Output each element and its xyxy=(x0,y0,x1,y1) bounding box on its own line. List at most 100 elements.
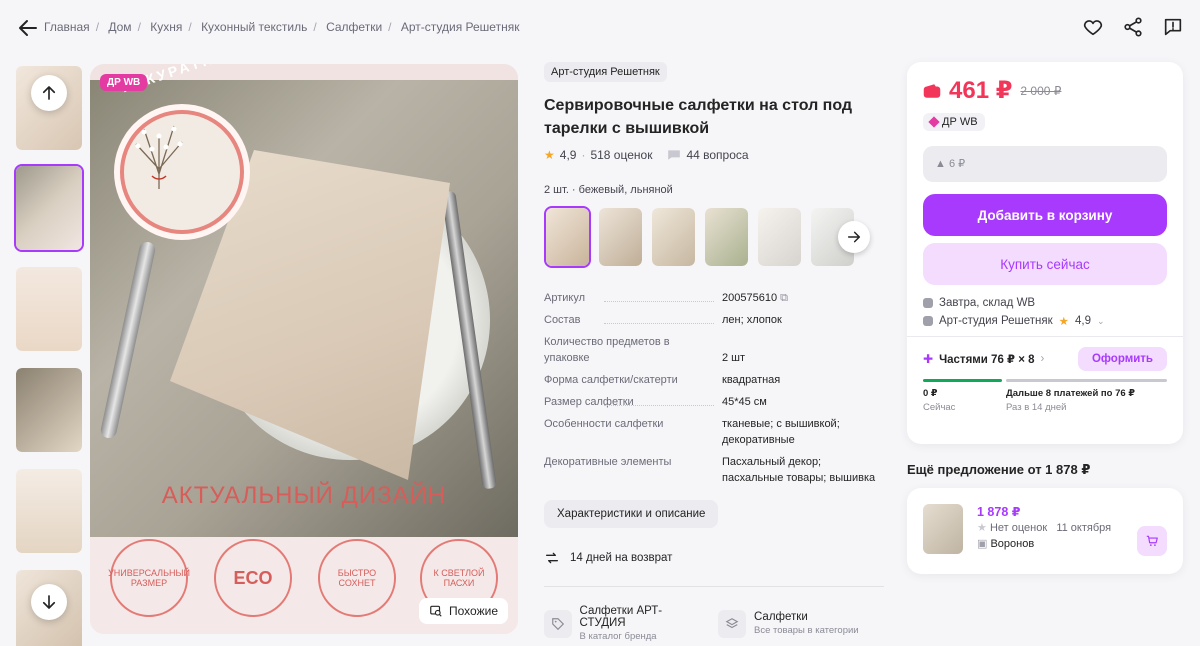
article-number: 200575610 xyxy=(722,292,778,304)
variant-2[interactable] xyxy=(597,206,644,268)
rating-row: ★ 4,9 · 518 оценок 44 вопроса xyxy=(544,148,749,162)
thumbnail-5[interactable] xyxy=(14,467,84,555)
main-product-image[interactable]: АККУРАТНАЯ ВЫШИВКА ДР WB АКТУАЛЬНЫЙ ДИЗА… xyxy=(90,64,518,634)
offer-card[interactable]: 1 878 ₽ ★ Нет оценок 11 октября ▣ Вороно… xyxy=(907,488,1183,574)
thumbnail-3[interactable] xyxy=(14,265,84,353)
warehouse-icon xyxy=(923,298,933,308)
willow-embroidery-icon xyxy=(135,125,183,189)
spec-row: Декоративные элементы Пасхальный декор; п… xyxy=(544,456,876,484)
tag-icon xyxy=(544,609,572,638)
reviews-link[interactable]: 518 оценок xyxy=(590,148,652,162)
breadcrumb-home[interactable]: Главная xyxy=(44,20,90,34)
chevron-right-icon: › xyxy=(1040,353,1045,365)
thumbnail-strip xyxy=(14,64,84,646)
thumbnail-2[interactable] xyxy=(14,164,84,252)
return-policy: 14 дней на возврат xyxy=(544,550,884,566)
installments-label[interactable]: Частями 76 ₽ × 8 xyxy=(939,352,1034,366)
dr-wb-badge: ДР WB xyxy=(100,74,148,91)
current-price: 461 ₽ xyxy=(949,77,1013,104)
spec-row: Количество предметов в упаковке 2 шт xyxy=(544,336,746,364)
offer-thumbnail xyxy=(923,504,963,554)
breadcrumb-kitchen-textile[interactable]: Кухонный текстиль xyxy=(201,20,307,34)
fork-shape xyxy=(99,240,157,440)
price-row: 461 ₽ 2 000 ₽ xyxy=(923,76,1167,105)
variant-3[interactable] xyxy=(650,206,697,268)
breadcrumb-brand[interactable]: Арт-студия Решетняк xyxy=(401,20,520,34)
price-tracker[interactable]: ▲ 6 ₽ xyxy=(923,146,1167,182)
variant-4[interactable] xyxy=(703,206,750,268)
heart-icon[interactable] xyxy=(1082,16,1104,38)
feature-quick-dry: БЫСТРО СОХНЕТ xyxy=(318,539,396,617)
installments-order-button[interactable]: Оформить xyxy=(1077,347,1167,371)
brand-chip[interactable]: Арт-студия Решетняк xyxy=(544,62,667,82)
variant-selector xyxy=(544,206,884,268)
feature-natural-fabric: ECO xyxy=(214,539,292,617)
buy-now-button[interactable]: Купить сейчас xyxy=(923,243,1167,285)
seller-rating: 4,9 xyxy=(1074,315,1091,327)
category-links: Салфетки АРТ-СТУДИЯ В каталог бренда Салф… xyxy=(544,605,884,642)
installments-row: ✚ Частями 76 ₽ × 8 › Оформить xyxy=(923,347,1167,371)
thumbnail-up-button[interactable] xyxy=(31,75,67,111)
product-title: Сервировочные салфетки на стол под тарел… xyxy=(544,97,853,137)
arrow-up-icon xyxy=(42,86,56,100)
offer-info: 1 878 ₽ ★ Нет оценок 11 октября ▣ Вороно… xyxy=(977,505,1112,550)
old-price: 2 000 ₽ xyxy=(1020,83,1062,98)
product-info: Арт-студия Решетняк Сервировочные салфет… xyxy=(544,62,884,642)
wallet-icon xyxy=(923,83,941,98)
questions-link[interactable]: 44 вопроса xyxy=(686,148,748,162)
more-offers-title: Ещё предложение от 1 878 ₽ xyxy=(907,462,1091,477)
chevron-down-icon[interactable]: ⌄ xyxy=(1097,316,1105,327)
breadcrumb-dom[interactable]: Дом xyxy=(108,20,131,34)
variant-next-button[interactable] xyxy=(838,221,870,253)
search-similar-icon xyxy=(430,605,442,617)
questions-icon xyxy=(668,150,681,160)
top-icons xyxy=(1082,16,1184,38)
rating-value: 4,9 xyxy=(559,148,577,162)
delivery-date: Завтра, склад WB xyxy=(939,297,1036,309)
copy-icon[interactable]: ⧉ xyxy=(780,292,788,304)
report-icon[interactable] xyxy=(1162,16,1184,38)
add-to-cart-button[interactable]: Добавить в корзину xyxy=(923,194,1167,236)
breadcrumb: Главная / Дом / Кухня / Кухонный текстиль / … xyxy=(44,20,520,34)
installments-schedule: 0 ₽ Сейчас Дальше 8 платежей по 76 ₽ Раз в… xyxy=(923,388,1135,413)
spec-row: Форма салфетки/скатерти квадратная xyxy=(544,374,781,386)
similar-label: Похожие xyxy=(449,604,498,618)
delivery-info: Завтра, склад WB Арт-студия Решетняк ★ 4,9… xyxy=(923,297,1167,328)
breadcrumb-kitchen[interactable]: Кухня xyxy=(150,20,182,34)
price-card: 461 ₽ 2 000 ₽ ДР WB ▲ 6 ₽ Добавить в кор… xyxy=(907,62,1183,444)
star-icon: ★ xyxy=(544,148,555,162)
embroidery-caption: АККУРАТНАЯ ВЫШИВКА xyxy=(120,64,341,95)
variant-1[interactable] xyxy=(544,206,591,268)
category-link[interactable]: Салфетки Все товары в категории xyxy=(718,605,859,642)
thumbnail-4[interactable] xyxy=(14,366,84,454)
share-icon[interactable] xyxy=(1122,16,1144,38)
characteristics-button[interactable]: Характеристики и описание xyxy=(544,500,719,528)
arrow-right-icon xyxy=(847,231,861,243)
variant-5[interactable] xyxy=(756,206,803,268)
thumbnail-down-button[interactable] xyxy=(31,584,67,620)
divider xyxy=(544,586,884,587)
variant-label: 2 шт. · бежевый, льняной xyxy=(544,184,673,196)
spec-row: Артикул 200575610 ⧉ xyxy=(544,292,788,304)
seller-name[interactable]: Арт-студия Решетняк xyxy=(939,315,1053,327)
similar-button[interactable]: Похожие xyxy=(419,598,508,624)
top-bar: Главная / Дом / Кухня / Кухонный текстиль / … xyxy=(0,0,1200,56)
star-icon: ★ xyxy=(977,522,987,534)
spec-row: Размер салфетки 45*45 см xyxy=(544,396,767,408)
installments-icon: ✚ xyxy=(923,352,934,366)
breadcrumb-napkins[interactable]: Салфетки xyxy=(326,20,382,34)
cart-icon xyxy=(1146,535,1158,546)
design-title: АКТУАЛЬНЫЙ ДИЗАЙН xyxy=(161,482,447,509)
star-icon: ★ xyxy=(1058,316,1069,328)
brand-catalog-link[interactable]: Салфетки АРТ-СТУДИЯ В каталог бренда xyxy=(544,605,706,642)
arrow-down-icon xyxy=(42,595,56,609)
diamond-icon xyxy=(928,116,940,128)
shop-icon: ▣ xyxy=(977,538,988,550)
divider xyxy=(907,336,1183,337)
offer-price: 1 878 ₽ xyxy=(977,505,1021,519)
specs-list: Артикул 200575610 ⧉ Состав лен; хлопок Кол… xyxy=(544,290,884,486)
product-photo: АККУРАТНАЯ ВЫШИВКА xyxy=(90,64,518,537)
offer-cart-button[interactable] xyxy=(1137,526,1167,556)
back-arrow-icon[interactable] xyxy=(16,16,40,40)
spec-row: Состав лен; хлопок xyxy=(544,314,782,326)
